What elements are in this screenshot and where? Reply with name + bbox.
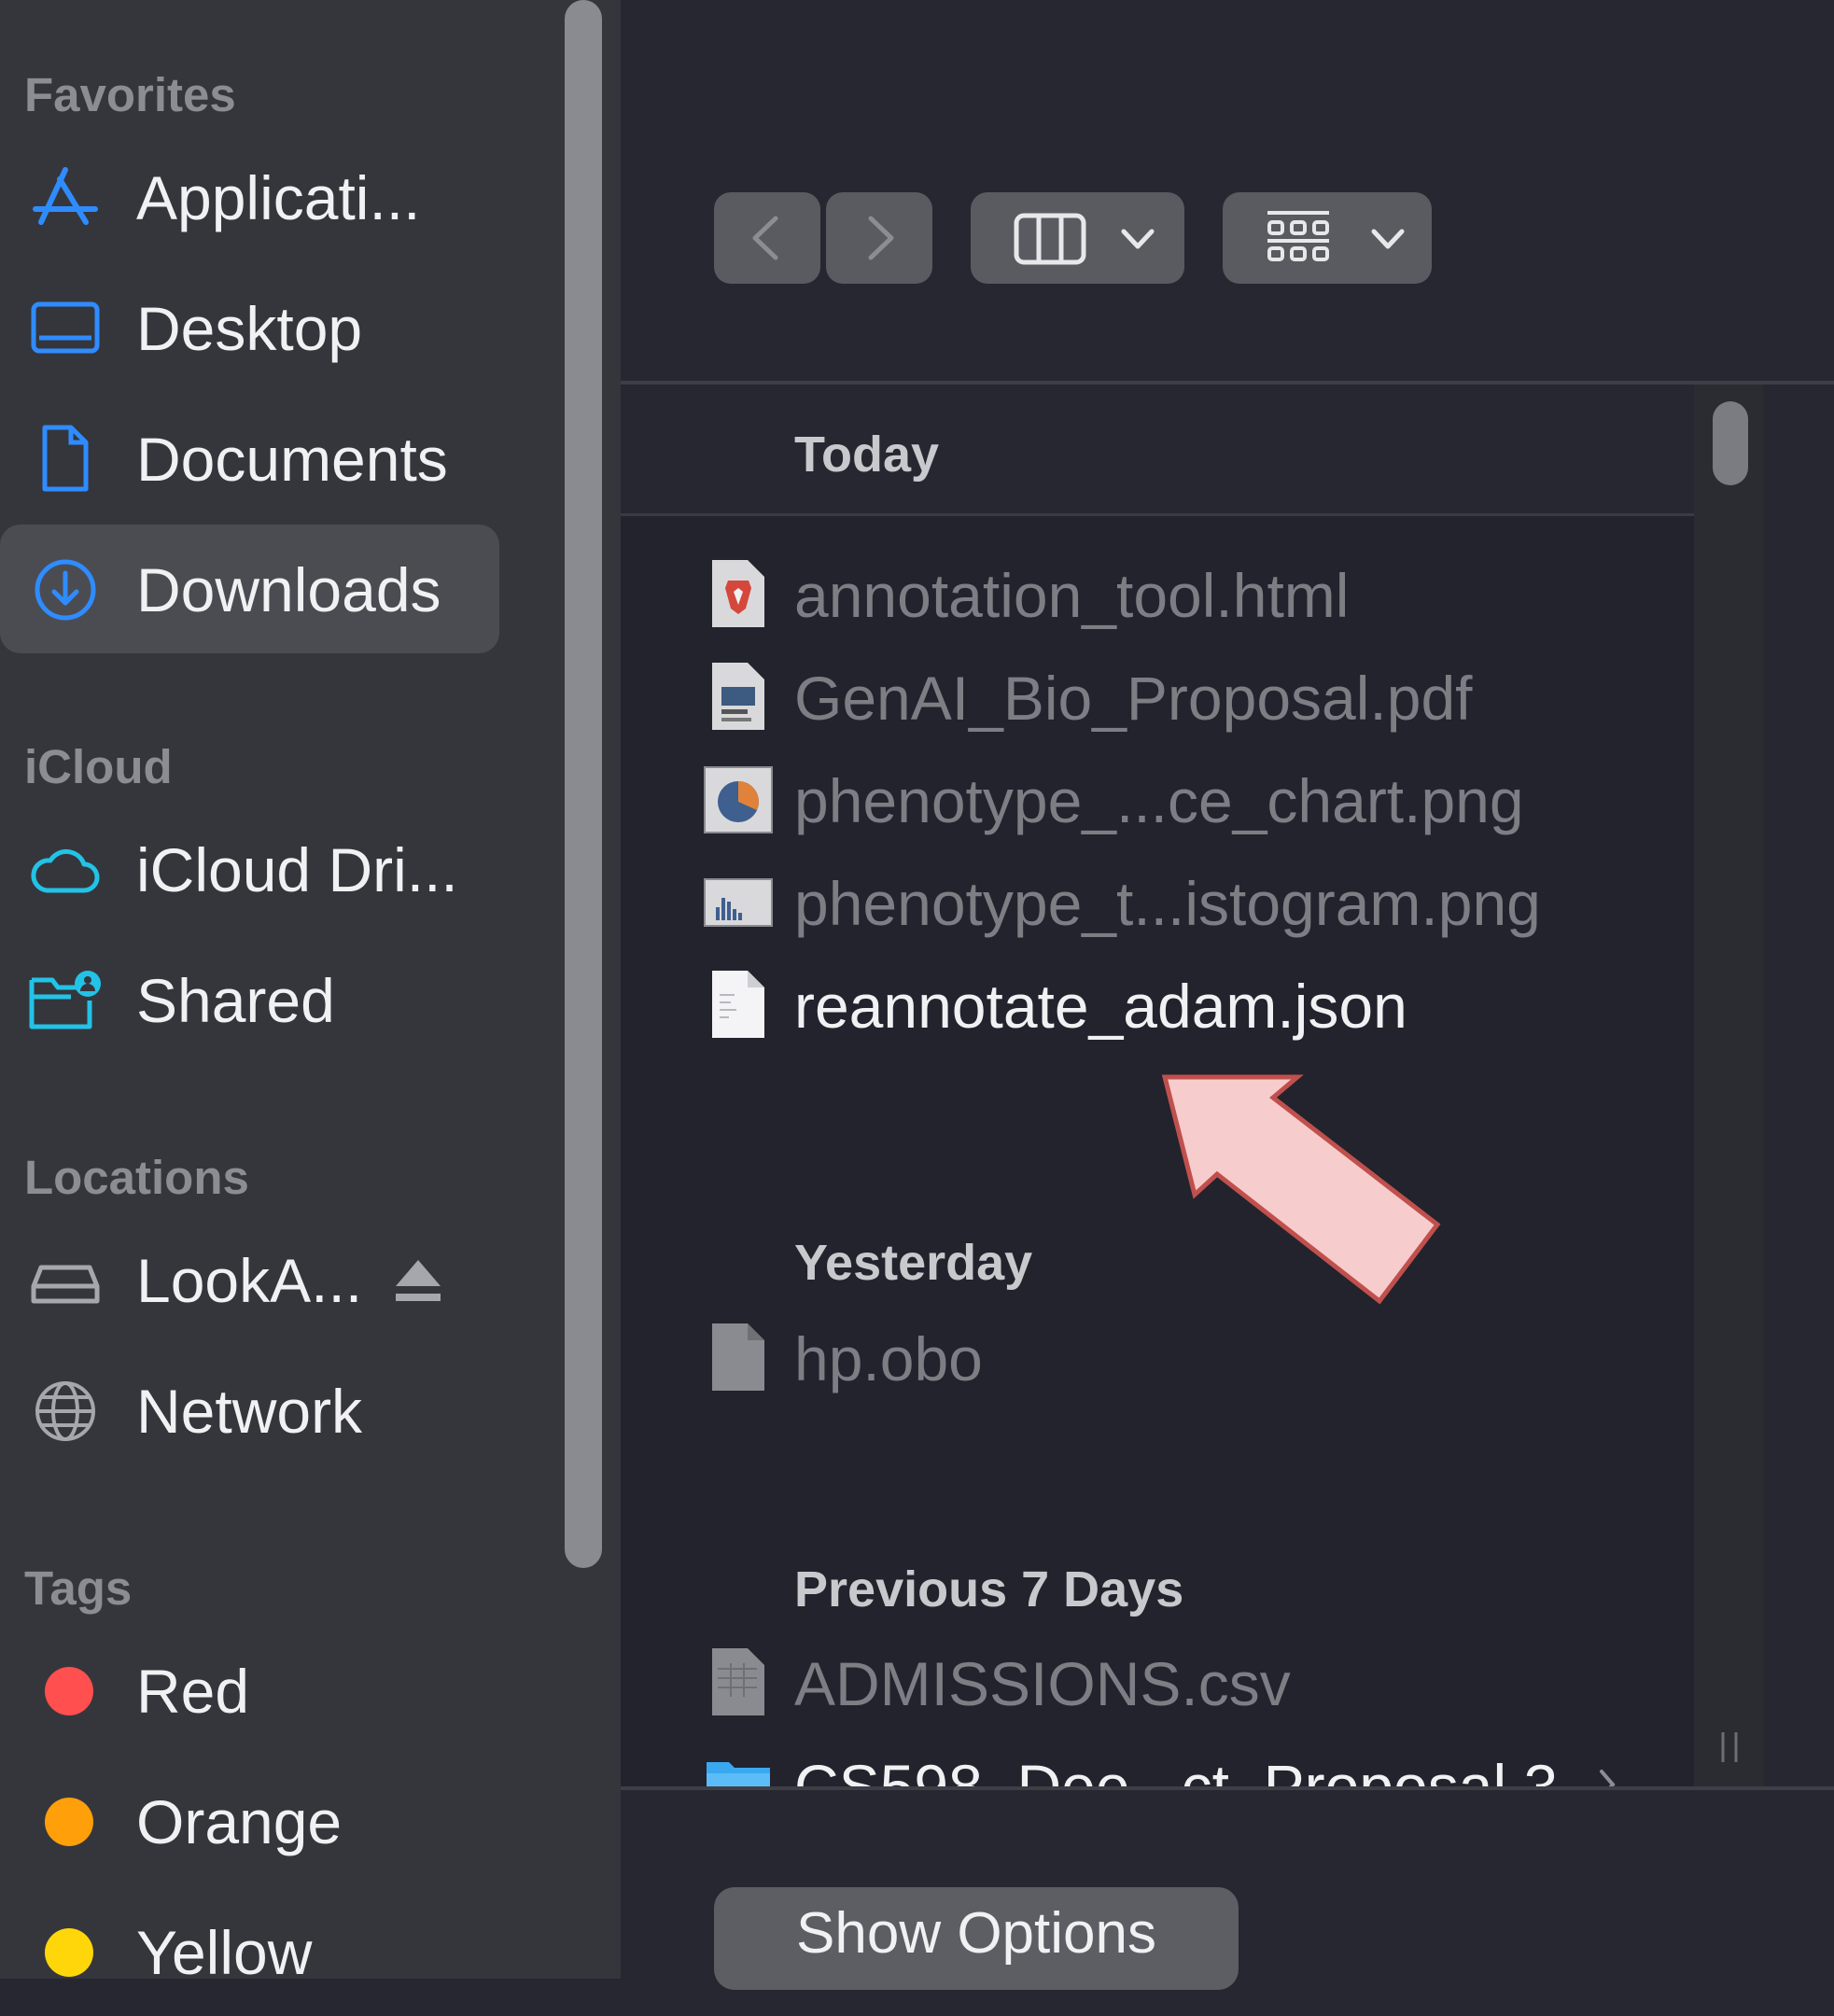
sidebar-item-label: Red <box>136 1657 250 1726</box>
forward-button[interactable] <box>826 192 932 284</box>
file-list-scrollbar[interactable] <box>1694 385 1763 1786</box>
sidebar-item-label: Orange <box>136 1787 343 1856</box>
eject-icon[interactable] <box>392 1256 444 1305</box>
sidebar-item-shared[interactable]: Shared <box>0 935 499 1064</box>
sidebar-item-icloud-drive[interactable]: iCloud Dri... <box>0 805 499 933</box>
group-header-previous-7-days: Previous 7 Days <box>621 1519 1694 1648</box>
html-file-icon <box>712 560 764 627</box>
file-row[interactable]: annotation_tool.html <box>621 543 1694 646</box>
group-header-label: Previous 7 Days <box>794 1561 1184 1617</box>
section-title-locations: Locations <box>24 1151 249 1204</box>
chevron-right-icon <box>868 216 894 260</box>
file-row[interactable]: GenAI_Bio_Proposal.pdf <box>621 646 1694 749</box>
sidebar-item-label: Documents <box>136 425 448 494</box>
file-name: ADMISSIONS.csv <box>794 1649 1291 1718</box>
app-store-icon <box>33 167 98 225</box>
document-icon <box>42 425 89 492</box>
desktop-icon <box>31 301 100 354</box>
section-title-favorites: Favorites <box>24 68 236 121</box>
sidebar-item-downloads[interactable]: Downloads <box>0 525 499 653</box>
sidebar-item-label: LookA... <box>136 1246 363 1315</box>
file-name: annotation_tool.html <box>794 561 1350 630</box>
column-resize-handle-icon[interactable] <box>1715 1729 1744 1766</box>
red-tag-icon <box>45 1667 93 1715</box>
sidebar-scrollbar[interactable] <box>565 0 602 1568</box>
file-name: GenAI_Bio_Proposal.pdf <box>794 664 1473 733</box>
sidebar-item-label: Applicati... <box>136 163 421 232</box>
sidebar-item-documents[interactable]: Documents <box>0 394 499 523</box>
file-name: reannotate_adam.json <box>794 972 1407 1041</box>
section-title-icloud: iCloud <box>24 740 173 793</box>
csv-file-icon <box>712 1648 764 1715</box>
sidebar-item-label: iCloud Dri... <box>136 835 458 904</box>
chevron-down-icon <box>1371 229 1405 249</box>
group-by-button[interactable] <box>1223 192 1432 284</box>
sidebar-item-label: Shared <box>136 966 335 1035</box>
file-row[interactable]: ADMISSIONS.csv <box>621 1631 1694 1734</box>
view-mode-button[interactable] <box>971 192 1184 284</box>
column-view-icon <box>1014 213 1086 265</box>
back-button[interactable] <box>714 192 820 284</box>
yellow-tag-icon <box>45 1928 93 1977</box>
sidebar-item-label: Yellow <box>136 1918 313 1987</box>
file-row[interactable]: reannotate_adam.json <box>621 954 1694 1057</box>
sidebar-item-tag-red[interactable]: Red <box>0 1626 499 1755</box>
shared-folder-icon <box>29 971 101 1029</box>
file-name: CS598_Dee...ct_Proposal 3 <box>794 1752 1559 1786</box>
generic-file-icon <box>712 1323 764 1391</box>
file-name: phenotype_t...istogram.png <box>794 869 1541 938</box>
chevron-left-icon <box>752 216 778 260</box>
dialog-footer: Show Options <box>621 1786 1834 1990</box>
scrollbar-thumb[interactable] <box>1713 401 1748 485</box>
sidebar-item-label: Network <box>136 1377 363 1446</box>
image-file-icon <box>704 878 773 927</box>
downloads-icon <box>35 559 96 621</box>
sidebar-item-network[interactable]: Network <box>0 1346 499 1475</box>
sidebar-item-drive[interactable]: LookA... <box>0 1215 499 1344</box>
sidebar-item-desktop[interactable]: Desktop <box>0 263 499 392</box>
sidebar-item-label: Downloads <box>136 555 441 624</box>
cloud-icon <box>31 848 100 893</box>
sidebar-item-tag-yellow[interactable]: Yellow <box>0 1887 499 2016</box>
orange-tag-icon <box>45 1798 93 1846</box>
file-name: hp.obo <box>794 1324 983 1393</box>
file-row[interactable]: CS598_Dee...ct_Proposal 3 <box>621 1734 1694 1786</box>
section-title-tags: Tags <box>24 1561 133 1615</box>
icon-grid-icon <box>1267 211 1329 261</box>
json-file-icon <box>712 971 764 1038</box>
group-header-label: Yesterday <box>794 1235 1033 1291</box>
sidebar-item-applications[interactable]: Applicati... <box>0 133 499 261</box>
chevron-right-icon <box>1600 1770 1616 1786</box>
group-header-today: Today <box>621 385 1694 516</box>
file-name: phenotype_...ce_chart.png <box>794 766 1524 835</box>
sidebar-item-tag-orange[interactable]: Orange <box>0 1757 499 1885</box>
drive-icon <box>31 1265 100 1304</box>
pdf-file-icon <box>712 663 764 730</box>
chevron-down-icon <box>1121 229 1155 249</box>
show-options-button[interactable]: Show Options <box>714 1887 1239 1990</box>
file-row[interactable]: phenotype_...ce_chart.png <box>621 749 1694 851</box>
group-header-label: Today <box>794 427 940 483</box>
file-row[interactable]: phenotype_t...istogram.png <box>621 851 1694 954</box>
globe-icon <box>35 1381 95 1441</box>
sidebar: Favorites Applicati... Desktop Documents <box>0 0 621 1987</box>
sidebar-item-label: Desktop <box>136 294 363 363</box>
folder-icon <box>707 1762 770 1786</box>
image-file-icon <box>704 766 773 833</box>
annotation-arrow-icon <box>1161 1074 1441 1305</box>
